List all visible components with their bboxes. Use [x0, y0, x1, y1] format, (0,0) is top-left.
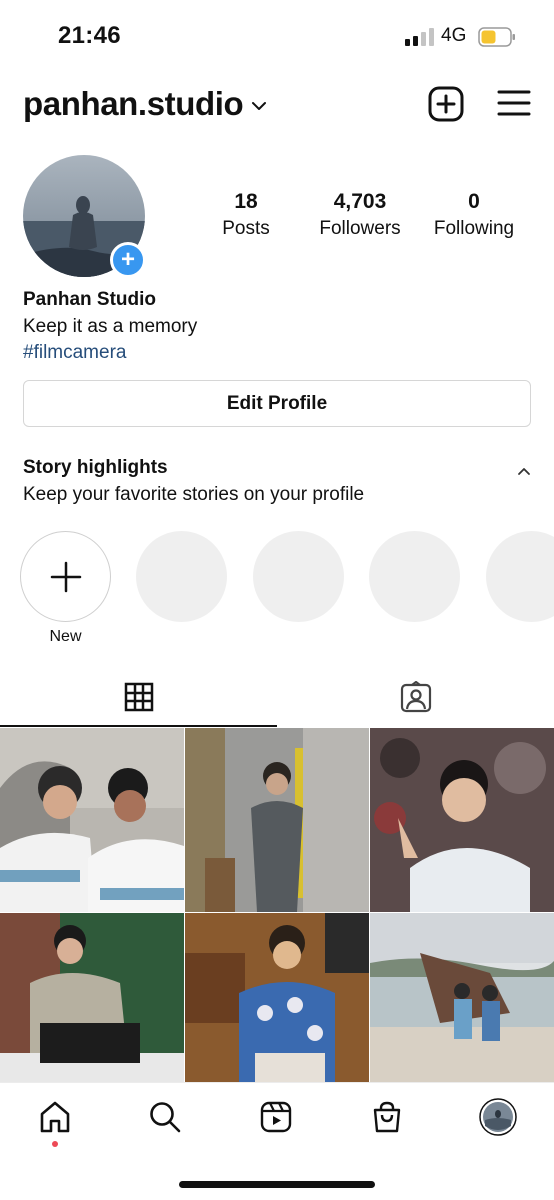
posts-grid	[0, 728, 554, 1082]
followers-count[interactable]: 4,703 Followers	[300, 190, 420, 240]
grid-post-thumbnail[interactable]	[185, 913, 369, 1097]
cellular-signal-icon	[405, 28, 434, 46]
post-photo	[0, 913, 184, 1082]
chevron-up-icon[interactable]	[517, 466, 531, 476]
reels-icon	[260, 1101, 292, 1133]
add-story-button[interactable]: +	[110, 242, 146, 278]
grid-post-thumbnail[interactable]	[185, 728, 369, 912]
grid-post-thumbnail[interactable]	[0, 913, 184, 1097]
tagged-person-icon	[400, 681, 431, 713]
grid-post-thumbnail[interactable]	[370, 913, 554, 1097]
post-photo	[370, 913, 554, 1082]
tab-tagged[interactable]	[277, 668, 554, 726]
grid-icon	[124, 682, 153, 712]
battery-low-icon	[478, 27, 515, 47]
following-label: Following	[433, 218, 515, 239]
active-tab-indicator	[0, 725, 277, 727]
plus-icon	[50, 561, 81, 592]
nav-home[interactable]	[35, 1097, 75, 1137]
tab-posts-grid[interactable]	[0, 668, 277, 726]
highlight-placeholder[interactable]	[253, 531, 344, 622]
new-highlight-label: New	[49, 628, 82, 645]
post-photo	[0, 728, 184, 912]
status-time: 21:46	[58, 22, 121, 49]
nav-reels[interactable]	[256, 1097, 296, 1137]
chevron-down-icon	[252, 102, 267, 110]
posts-count[interactable]: 18 Posts	[186, 190, 306, 240]
post-photo	[370, 728, 554, 912]
home-icon	[40, 1101, 70, 1133]
highlight-placeholder[interactable]	[136, 531, 227, 622]
shop-bag-icon	[373, 1101, 401, 1133]
followers-value: 4,703	[333, 190, 387, 213]
profile-avatar-icon	[479, 1098, 517, 1136]
new-highlight-button[interactable]	[20, 531, 111, 622]
profile-header: panhan.studio	[0, 80, 554, 130]
bio-hashtag-link[interactable]: #filmcamera	[23, 342, 126, 364]
account-switcher[interactable]: panhan.studio	[23, 85, 267, 123]
notification-dot	[52, 1141, 58, 1147]
post-photo	[185, 913, 369, 1082]
highlights-subtitle: Keep your favorite stories on your profi…	[23, 484, 365, 505]
status-bar: 21:46 4G	[0, 0, 554, 74]
nav-search[interactable]	[145, 1097, 185, 1137]
highlight-placeholder[interactable]	[369, 531, 460, 622]
following-value: 0	[468, 190, 480, 213]
following-count[interactable]: 0 Following	[414, 190, 534, 240]
grid-post-thumbnail[interactable]	[0, 728, 184, 912]
post-photo	[185, 728, 369, 912]
network-type: 4G	[441, 25, 467, 46]
nav-shop[interactable]	[367, 1097, 407, 1137]
highlights-title: Story highlights	[23, 457, 168, 478]
posts-value: 18	[234, 190, 258, 213]
bio-text: Keep it as a memory	[23, 316, 198, 337]
plus-square-icon[interactable]	[428, 86, 464, 122]
search-icon	[150, 1102, 181, 1133]
username: panhan.studio	[23, 85, 244, 122]
highlight-placeholder[interactable]	[486, 531, 554, 622]
nav-profile[interactable]	[478, 1097, 518, 1137]
followers-label: Followers	[319, 218, 401, 239]
hamburger-menu-icon[interactable]	[497, 88, 531, 118]
display-name: Panhan Studio	[23, 289, 156, 310]
home-indicator-bar	[179, 1181, 375, 1188]
posts-label: Posts	[222, 218, 270, 239]
edit-profile-button[interactable]: Edit Profile	[23, 380, 531, 427]
grid-post-thumbnail[interactable]	[370, 728, 554, 912]
